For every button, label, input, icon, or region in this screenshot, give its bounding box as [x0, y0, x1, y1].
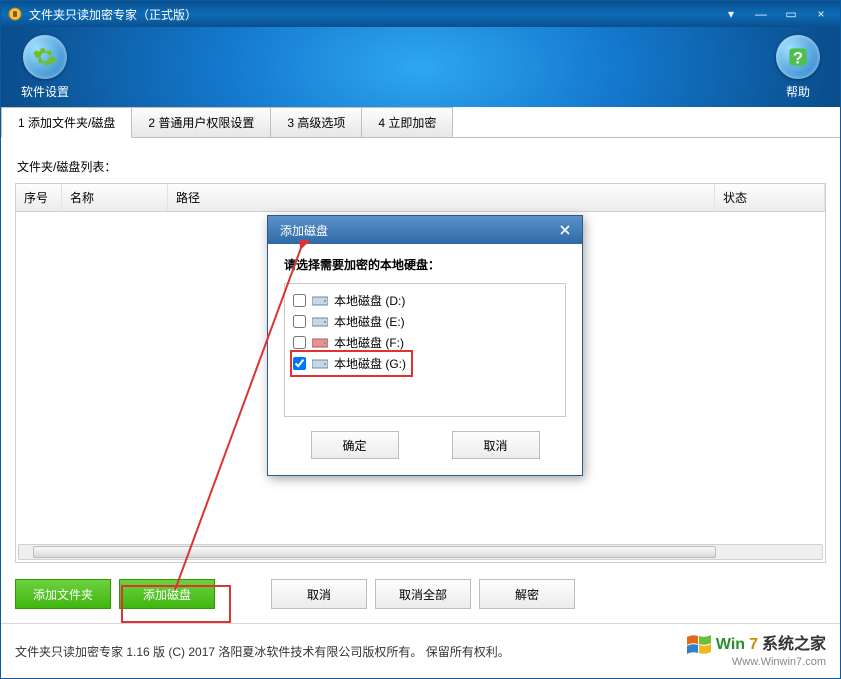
logo-seven: 7	[749, 636, 758, 654]
bottom-buttons: 添加文件夹 添加磁盘 取消 取消全部 解密	[1, 569, 840, 623]
tab-add[interactable]: 1 添加文件夹/磁盘	[1, 107, 132, 138]
settings-label: 软件设置	[21, 83, 69, 100]
cancel-button[interactable]: 取消	[271, 579, 367, 609]
drive-checkbox-f[interactable]	[293, 336, 306, 349]
gear-icon	[23, 35, 67, 79]
add-disk-button[interactable]: 添加磁盘	[119, 579, 215, 609]
svg-text:?: ?	[793, 49, 803, 67]
logo-win: Win	[716, 636, 745, 654]
add-disk-dialog: 添加磁盘 请选择需要加密的本地硬盘： 本地磁盘 (D:) 本地磁盘 (E:) 本…	[267, 215, 583, 476]
list-header: 序号 名称 路径 状态	[16, 184, 825, 212]
drive-label: 本地磁盘 (F:)	[334, 334, 404, 351]
drive-item-g[interactable]: 本地磁盘 (G:)	[293, 353, 410, 374]
settings-button[interactable]: 软件设置	[21, 35, 69, 100]
logo-cn: 系统之家	[762, 636, 826, 654]
help-button[interactable]: ? 帮助	[776, 35, 820, 100]
drive-label: 本地磁盘 (E:)	[334, 313, 405, 330]
button-label: 添加文件夹	[33, 586, 93, 603]
app-icon	[7, 6, 23, 22]
copyright-text: 文件夹只读加密专家 1.16 版 (C) 2017 洛阳夏冰软件技术有限公司版权…	[15, 643, 510, 660]
help-label: 帮助	[786, 83, 810, 100]
dialog-close-button[interactable]	[554, 221, 576, 239]
cancel-all-button[interactable]: 取消全部	[375, 579, 471, 609]
drive-item-e[interactable]: 本地磁盘 (E:)	[293, 311, 557, 332]
decrypt-button[interactable]: 解密	[479, 579, 575, 609]
windows-flag-icon	[686, 634, 712, 656]
drive-checkbox-e[interactable]	[293, 315, 306, 328]
col-no[interactable]: 序号	[16, 184, 62, 211]
tab-encrypt[interactable]: 4 立即加密	[361, 107, 453, 137]
tab-permissions[interactable]: 2 普通用户权限设置	[131, 107, 271, 137]
tab-label: 4 立即加密	[378, 116, 436, 130]
drive-list: 本地磁盘 (D:) 本地磁盘 (E:) 本地磁盘 (F:) 本地磁盘 (G:)	[284, 283, 566, 417]
drive-icon	[312, 295, 328, 307]
drive-icon	[312, 337, 328, 349]
dialog-cancel-button[interactable]: 取消	[452, 431, 540, 459]
footer: 文件夹只读加密专家 1.16 版 (C) 2017 洛阳夏冰软件技术有限公司版权…	[1, 623, 840, 678]
col-name[interactable]: 名称	[62, 184, 168, 211]
drive-label: 本地磁盘 (D:)	[334, 292, 405, 309]
titlebar: 文件夹只读加密专家（正式版） ▾ — ▭ ×	[1, 1, 840, 27]
drive-item-d[interactable]: 本地磁盘 (D:)	[293, 290, 557, 311]
dropdown-button[interactable]: ▾	[716, 5, 746, 23]
tab-label: 3 高级选项	[287, 116, 345, 130]
close-button[interactable]: ×	[806, 5, 836, 23]
drive-icon	[312, 358, 328, 370]
list-title: 文件夹/磁盘列表：	[17, 158, 826, 175]
button-label: 取消	[307, 586, 331, 603]
drive-icon	[312, 316, 328, 328]
button-label: 取消全部	[399, 586, 447, 603]
button-label: 添加磁盘	[143, 586, 191, 603]
col-path[interactable]: 路径	[168, 184, 715, 211]
dialog-title: 添加磁盘	[280, 222, 328, 239]
drive-label: 本地磁盘 (G:)	[334, 355, 406, 372]
col-status[interactable]: 状态	[715, 184, 825, 211]
scrollbar-thumb[interactable]	[33, 546, 716, 558]
dialog-ok-button[interactable]: 确定	[311, 431, 399, 459]
drive-checkbox-g[interactable]	[293, 357, 306, 370]
window-controls: ▾ — ▭ ×	[716, 5, 836, 23]
site-logo: Win7 系统之家 Www.Winwin7.com	[686, 634, 826, 668]
tab-row: 1 添加文件夹/磁盘 2 普通用户权限设置 3 高级选项 4 立即加密	[1, 107, 840, 138]
window-title: 文件夹只读加密专家（正式版）	[29, 6, 197, 23]
button-label: 确定	[342, 437, 366, 454]
maximize-button[interactable]: ▭	[776, 5, 806, 23]
button-label: 解密	[515, 586, 539, 603]
horizontal-scrollbar[interactable]	[18, 544, 823, 560]
drive-checkbox-d[interactable]	[293, 294, 306, 307]
dialog-instruction: 请选择需要加密的本地硬盘：	[284, 256, 566, 273]
minimize-button[interactable]: —	[746, 5, 776, 23]
logo-url: Www.Winwin7.com	[732, 656, 826, 668]
tab-label: 1 添加文件夹/磁盘	[18, 116, 115, 130]
drive-item-f[interactable]: 本地磁盘 (F:)	[293, 332, 557, 353]
help-icon: ?	[776, 35, 820, 79]
dialog-titlebar: 添加磁盘	[268, 216, 582, 244]
header-strip: 软件设置 ? 帮助	[1, 27, 840, 107]
add-folder-button[interactable]: 添加文件夹	[15, 579, 111, 609]
tab-label: 2 普通用户权限设置	[148, 116, 254, 130]
button-label: 取消	[483, 437, 507, 454]
tab-advanced[interactable]: 3 高级选项	[270, 107, 362, 137]
